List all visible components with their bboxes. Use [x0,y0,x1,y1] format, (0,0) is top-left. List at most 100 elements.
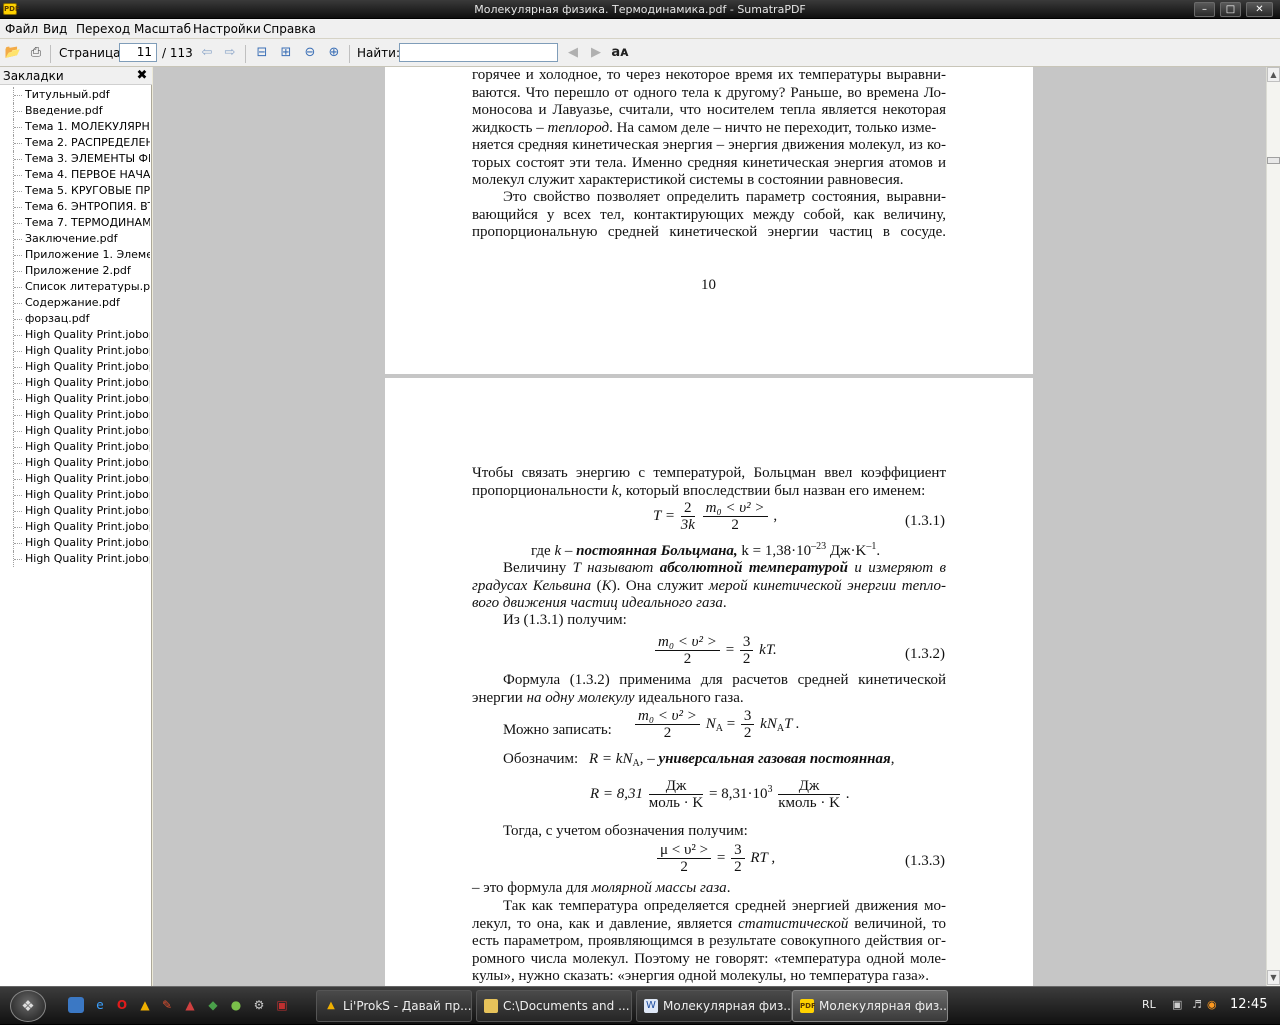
messenger-icon[interactable]: ● [228,997,244,1013]
vertical-scrollbar[interactable]: ▲ ▼ [1266,67,1280,986]
scroll-up-icon[interactable]: ▲ [1267,67,1280,82]
bookmark-item[interactable]: Тема 5. КРУГОВЫЕ ПРО [0,183,150,199]
next-page-icon[interactable]: ⇨ [221,44,239,62]
find-label: Найти: [357,46,401,60]
print-icon[interactable]: ⎙ [27,44,45,62]
internet-explorer-icon[interactable]: e [92,997,108,1013]
task-winamp[interactable]: ▲ Li'ProkS - Давай пр... [316,990,472,1022]
bookmark-item[interactable]: High Quality Print.jobop [0,535,150,551]
task-label: Молекулярная физ... [663,999,792,1013]
bookmark-item[interactable]: High Quality Print.jobop [0,327,150,343]
bookmark-item[interactable]: High Quality Print.jobop [0,471,150,487]
bookmark-item[interactable]: High Quality Print.jobop [0,551,150,567]
bookmark-item[interactable]: High Quality Print.jobop [0,439,150,455]
bookmark-item[interactable]: Список литературы.pdf [0,279,150,295]
task-sumatra[interactable]: PDF Молекулярная физ... [792,990,948,1022]
bookmark-item[interactable]: Тема 4. ПЕРВОЕ НАЧАЛО [0,167,150,183]
numerator: μ < υ² > [657,842,712,859]
menu-view[interactable]: Вид [43,22,67,36]
numerator: Дж [648,778,704,795]
menu-zoom[interactable]: Масштаб [134,22,191,36]
bookmark-item[interactable]: High Quality Print.jobop [0,519,150,535]
bookmark-item[interactable]: High Quality Print.jobop [0,455,150,471]
scroll-thumb[interactable] [1267,157,1280,164]
menu-go[interactable]: Переход [76,22,130,36]
find-input[interactable] [399,43,558,62]
minimize-button[interactable]: – [1194,2,1215,17]
tools-icon[interactable]: ⚙ [251,997,267,1013]
zoom-out-icon[interactable]: ⊖ [301,44,319,62]
network-icon[interactable]: ◆ [205,997,221,1013]
bookmark-item[interactable]: Тема 3. ЭЛЕМЕНТЫ ФИЗ [0,151,150,167]
fit-page-icon[interactable]: ⊟ [253,44,271,62]
menu-file[interactable]: Файл [5,22,38,36]
bookmark-item[interactable]: Тема 6. ЭНТРОПИЯ. ВТО [0,199,150,215]
bookmark-item[interactable]: Приложение 2.pdf [0,263,150,279]
save-icon[interactable]: ▣ [274,997,290,1013]
var-T: T [572,560,581,576]
start-button[interactable]: ❖ [10,990,46,1022]
paint-icon[interactable]: ✎ [159,997,175,1013]
winamp-quick-icon[interactable]: ▲ [137,997,153,1013]
fraction: 32 [731,842,745,875]
zoom-in-icon[interactable]: ⊕ [325,44,343,62]
match-case-icon[interactable]: aᴀ [611,44,629,62]
paragraph-formula: Формула (1.3.2) применима для расчетов с… [472,672,946,707]
fit-width-icon[interactable]: ⊞ [277,44,295,62]
maximize-button[interactable]: □ [1220,2,1241,17]
bookmark-item[interactable]: Тема 7. ТЕРМОДИНАМИ [0,215,150,231]
bookmark-item[interactable]: форзац.pdf [0,311,150,327]
bookmark-item[interactable]: Тема 1. МОЛЕКУЛЯРНО- [0,119,150,135]
language-indicator[interactable]: RL [1142,998,1156,1011]
menu-settings[interactable]: Настройки [193,22,261,36]
network-status-icon[interactable]: ▣ [1172,998,1182,1011]
task-label: C:\Documents and ... [503,999,630,1013]
term-boltzmann: постоянная Больцмана, [576,543,738,559]
bookmark-item[interactable]: High Quality Print.jobop [0,423,150,439]
prev-page-icon[interactable]: ⇦ [198,44,216,62]
text-line: няется средняя кинетическая энергия – эн… [472,137,946,153]
document-canvas[interactable]: горячее и холодное, то через некоторое в… [153,67,1266,986]
scroll-down-icon[interactable]: ▼ [1267,970,1280,985]
text-run: ). Она служит [611,577,709,594]
volume-icon[interactable]: ♬ [1192,998,1202,1011]
show-desktop-icon[interactable] [68,997,84,1013]
bookmark-item[interactable]: Введение.pdf [0,103,150,119]
opera-icon[interactable]: O [114,997,130,1013]
bookmark-item[interactable]: High Quality Print.jobop [0,503,150,519]
bookmark-item[interactable]: High Quality Print.jobop [0,391,150,407]
bookmark-item[interactable]: Приложение 1. Элемен [0,247,150,263]
bookmark-item[interactable]: Содержание.pdf [0,295,150,311]
bookmark-item[interactable]: High Quality Print.jobop [0,359,150,375]
term-molar-mass: молярной массы газа [591,880,727,896]
sidebar-title: Закладки [3,69,64,83]
text-line: – это формула для молярной массы газа. [472,880,730,898]
denominator: кмоль · K [778,795,840,811]
find-next-icon[interactable]: ▶ [587,44,605,62]
fraction: Дж кмоль · K [778,778,840,811]
close-sidebar-icon[interactable]: ✖ [135,69,149,83]
clock[interactable]: 12:45 [1230,997,1267,1012]
task-word[interactable]: W Молекулярная физ... [636,990,792,1022]
eq-term: N [705,715,716,732]
exponent: –23 [811,541,827,552]
app-icon[interactable]: ▲ [182,997,198,1013]
find-prev-icon[interactable]: ◀ [564,44,582,62]
bookmark-item[interactable]: High Quality Print.jobop [0,407,150,423]
antivirus-icon[interactable]: ◉ [1207,998,1217,1011]
bookmark-item[interactable]: High Quality Print.jobop [0,343,150,359]
open-folder-icon[interactable]: 📂 [4,44,22,62]
bookmark-item[interactable]: High Quality Print.jobop [0,487,150,503]
bookmark-item[interactable]: Титульный.pdf [0,87,150,103]
page-number: 10 [701,277,716,293]
denominator: 2 [734,859,742,875]
task-explorer[interactable]: C:\Documents and ... [476,990,632,1022]
page-number-input[interactable]: 11 [119,43,157,62]
text-run: k = 1,38·10 [737,543,812,559]
menu-help[interactable]: Справка [263,22,316,36]
bookmark-item[interactable]: Заключение.pdf [0,231,150,247]
title-bar[interactable]: PDF Молекулярная физика. Термодинамика.p… [0,0,1280,19]
bookmark-item[interactable]: Тема 2. РАСПРЕДЕЛЕНИ [0,135,150,151]
close-button[interactable]: ✕ [1246,2,1273,17]
bookmark-item[interactable]: High Quality Print.jobop [0,375,150,391]
